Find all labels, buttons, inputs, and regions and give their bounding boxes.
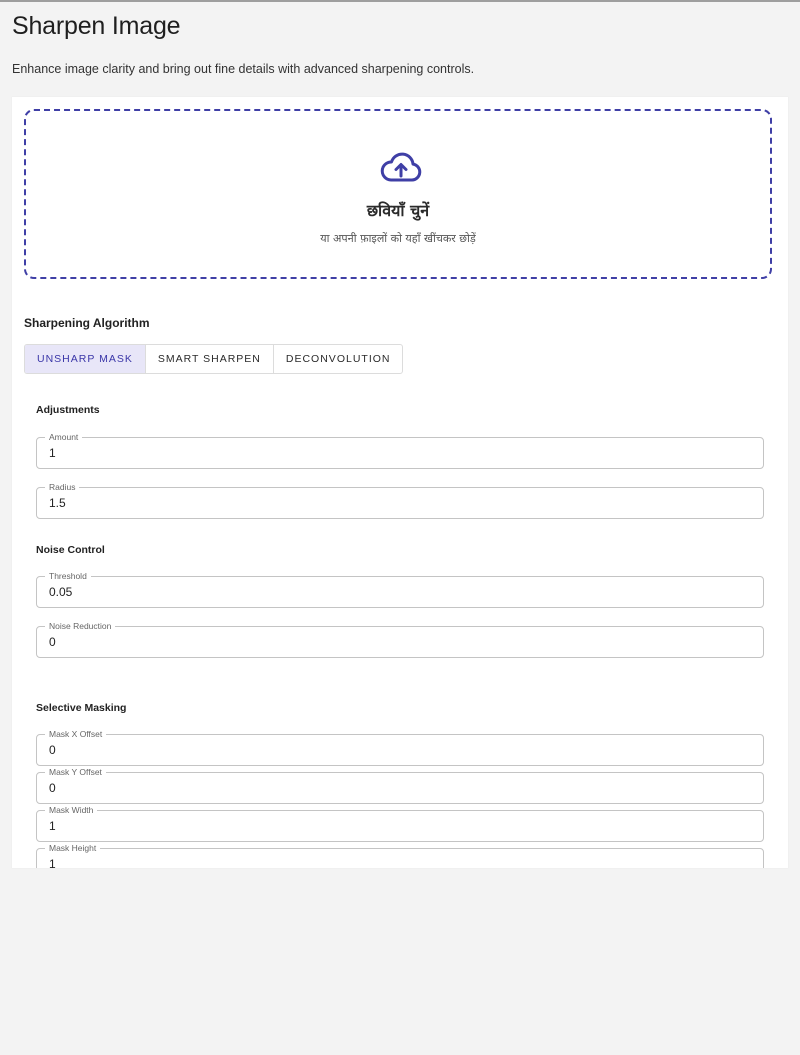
dropzone-title: छवियाँ चुनें [366,201,430,220]
algorithm-tabs: UNSHARP MASK SMART SHARPEN DECONVOLUTION [24,344,404,374]
amount-input[interactable] [49,438,749,468]
algorithm-label: Sharpening Algorithm [24,316,150,330]
adjustments-label: Adjustments [36,404,100,416]
mask-x-offset-input[interactable] [49,735,749,765]
radius-field[interactable]: Radius [36,481,764,519]
mask-height-field[interactable]: Mask Height [36,842,764,868]
mask-height-input[interactable] [49,849,749,868]
top-border [0,0,800,2]
mask-y-offset-field[interactable]: Mask Y Offset [36,766,764,804]
tab-smart-sharpen[interactable]: SMART SHARPEN [146,345,274,373]
noise-reduction-field[interactable]: Noise Reduction [36,620,764,658]
cloud-upload-icon [380,152,422,182]
image-dropzone[interactable]: छवियाँ चुनें या अपनी फ़ाइलों को यहाँ खीं… [24,109,772,279]
noise-reduction-input[interactable] [49,627,749,657]
mask-y-offset-input[interactable] [49,773,749,803]
mask-width-field[interactable]: Mask Width [36,804,764,842]
radius-input[interactable] [49,488,749,518]
mask-x-offset-field[interactable]: Mask X Offset [36,728,764,766]
page-title: Sharpen Image [12,12,181,40]
dropzone-subtitle: या अपनी फ़ाइलों को यहाँ खींचकर छोड़ें [320,232,476,245]
noise-control-label: Noise Control [36,544,105,556]
selective-masking-label: Selective Masking [36,702,127,714]
tab-unsharp-mask[interactable]: UNSHARP MASK [25,345,146,373]
tab-deconvolution[interactable]: DECONVOLUTION [274,345,403,373]
page-subtitle: Enhance image clarity and bring out fine… [12,62,475,76]
amount-field[interactable]: Amount [36,431,764,469]
threshold-input[interactable] [49,577,749,607]
main-card: छवियाँ चुनें या अपनी फ़ाइलों को यहाँ खीं… [12,97,788,868]
threshold-field[interactable]: Threshold [36,570,764,608]
mask-width-input[interactable] [49,811,749,841]
